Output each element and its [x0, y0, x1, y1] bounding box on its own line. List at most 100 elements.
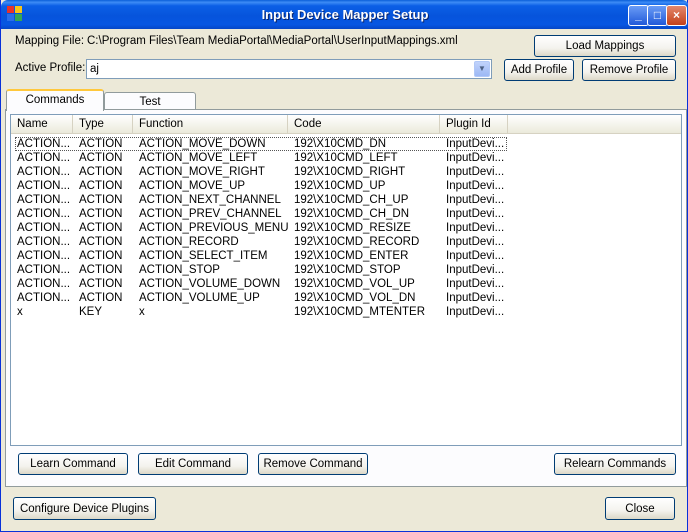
active-profile-label: Active Profile: — [15, 62, 86, 74]
title-bar[interactable]: Input Device Mapper Setup _ □ × — [1, 0, 688, 29]
cell-code: 192\X10CMD_VOL_UP — [294, 278, 415, 290]
close-window-button[interactable]: × — [666, 5, 687, 26]
cell-code: 192\X10CMD_MTENTER — [294, 306, 426, 318]
cell-type: KEY — [79, 306, 103, 318]
cell-code: 192\X10CMD_CH_DN — [294, 208, 410, 220]
cell-plugin-id: InputDevi... — [446, 250, 505, 262]
add-profile-button[interactable]: Add Profile — [504, 59, 574, 81]
table-row[interactable]: ACTION... ACTION ACTION_MOVE_DOWN 192\X10CM… — [11, 137, 681, 151]
cell-function: ACTION_VOLUME_DOWN — [139, 278, 281, 290]
cell-function: x — [139, 306, 145, 318]
cell-name: ACTION... — [17, 222, 71, 234]
cell-type: ACTION — [79, 278, 123, 290]
column-header-plugin-id[interactable]: Plugin Id — [440, 115, 508, 133]
tab-commands[interactable]: Commands — [6, 89, 104, 111]
window-title: Input Device Mapper Setup — [261, 7, 429, 22]
cell-plugin-id: InputDevi... — [446, 292, 505, 304]
table-row[interactable]: ACTION... ACTION ACTION_VOLUME_UP 192\X10CM… — [11, 291, 681, 305]
cell-name: ACTION... — [17, 208, 71, 220]
cell-code: 192\X10CMD_RIGHT — [294, 166, 406, 178]
active-profile-select[interactable]: aj ▼ — [86, 59, 492, 79]
cell-name: ACTION... — [17, 138, 71, 150]
cell-plugin-id: InputDevi... — [446, 222, 505, 234]
table-row[interactable]: ACTION... ACTION ACTION_STOP 192\X10CMD_STO… — [11, 263, 681, 277]
load-mappings-button[interactable]: Load Mappings — [534, 35, 676, 57]
remove-command-button[interactable]: Remove Command — [258, 453, 368, 475]
table-row[interactable]: ACTION... ACTION ACTION_RECORD 192\X10CMD_R… — [11, 235, 681, 249]
minimize-button[interactable]: _ — [628, 5, 649, 26]
cell-type: ACTION — [79, 264, 123, 276]
learn-command-button[interactable]: Learn Command — [18, 453, 128, 475]
table-row[interactable]: ACTION... ACTION ACTION_SELECT_ITEM 192\X10… — [11, 249, 681, 263]
table-row[interactable]: ACTION... ACTION ACTION_PREV_CHANNEL 192\X1… — [11, 207, 681, 221]
cell-code: 192\X10CMD_VOL_DN — [294, 292, 416, 304]
table-row[interactable]: ACTION... ACTION ACTION_MOVE_RIGHT 192\X10C… — [11, 165, 681, 179]
cell-code: 192\X10CMD_LEFT — [294, 152, 398, 164]
cell-type: ACTION — [79, 236, 123, 248]
cell-plugin-id: InputDevi... — [446, 264, 505, 276]
cell-name: x — [17, 306, 23, 318]
cell-name: ACTION... — [17, 194, 71, 206]
cell-function: ACTION_VOLUME_UP — [139, 292, 260, 304]
cell-type: ACTION — [79, 138, 123, 150]
active-profile-value: aj — [90, 63, 99, 75]
column-header-code[interactable]: Code — [288, 115, 440, 133]
cell-function: ACTION_SELECT_ITEM — [139, 250, 268, 262]
close-button[interactable]: Close — [605, 497, 675, 520]
cell-plugin-id: InputDevi... — [446, 152, 505, 164]
cell-type: ACTION — [79, 194, 123, 206]
cell-function: ACTION_MOVE_DOWN — [139, 138, 266, 150]
commands-list[interactable]: Name Type Function Code Plugin Id ACTION… — [10, 114, 682, 446]
cell-type: ACTION — [79, 222, 123, 234]
maximize-button[interactable]: □ — [647, 5, 668, 26]
cell-function: ACTION_STOP — [139, 264, 220, 276]
mapping-file-path: C:\Program Files\Team MediaPortal\MediaP… — [87, 35, 458, 47]
configure-device-plugins-button[interactable]: Configure Device Plugins — [13, 497, 156, 520]
cell-code: 192\X10CMD_RECORD — [294, 236, 420, 248]
table-row[interactable]: ACTION... ACTION ACTION_PREVIOUS_MENU 192\X… — [11, 221, 681, 235]
cell-code: 192\X10CMD_STOP — [294, 264, 401, 276]
cell-function: ACTION_PREVIOUS_MENU — [139, 222, 288, 234]
cell-name: ACTION... — [17, 152, 71, 164]
cell-name: ACTION... — [17, 166, 71, 178]
commands-tab-page: Name Type Function Code Plugin Id ACTION… — [5, 109, 687, 487]
cell-name: ACTION... — [17, 292, 71, 304]
cell-type: ACTION — [79, 166, 123, 178]
cell-code: 192\X10CMD_ENTER — [294, 250, 409, 262]
cell-name: ACTION... — [17, 236, 71, 248]
edit-command-button[interactable]: Edit Command — [138, 453, 248, 475]
column-header-function[interactable]: Function — [133, 115, 288, 133]
cell-plugin-id: InputDevi... — [446, 194, 505, 206]
cell-type: ACTION — [79, 250, 123, 262]
cell-type: ACTION — [79, 152, 123, 164]
cell-name: ACTION... — [17, 278, 71, 290]
cell-name: ACTION... — [17, 180, 71, 192]
cell-type: ACTION — [79, 208, 123, 220]
cell-code: 192\X10CMD_RESIZE — [294, 222, 411, 234]
relearn-commands-button[interactable]: Relearn Commands — [554, 453, 676, 475]
cell-plugin-id: InputDevi... — [446, 306, 505, 318]
table-row[interactable]: ACTION... ACTION ACTION_NEXT_CHANNEL 192\X1… — [11, 193, 681, 207]
cell-name: ACTION... — [17, 264, 71, 276]
cell-code: 192\X10CMD_CH_UP — [294, 194, 409, 206]
cell-plugin-id: InputDevi... — [446, 180, 505, 192]
cell-function: ACTION_RECORD — [139, 236, 239, 248]
app-window: Input Device Mapper Setup _ □ × Mapping … — [0, 0, 688, 532]
chevron-down-icon[interactable]: ▼ — [474, 61, 490, 77]
cell-code: 192\X10CMD_UP — [294, 180, 386, 192]
column-header-type[interactable]: Type — [73, 115, 133, 133]
cell-function: ACTION_MOVE_LEFT — [139, 152, 258, 164]
remove-profile-button[interactable]: Remove Profile — [582, 59, 676, 81]
column-header-name[interactable]: Name — [11, 115, 73, 133]
cell-plugin-id: InputDevi... — [446, 236, 505, 248]
cell-plugin-id: InputDevi... — [446, 166, 505, 178]
cell-function: ACTION_MOVE_RIGHT — [139, 166, 265, 178]
cell-function: ACTION_PREV_CHANNEL — [139, 208, 282, 220]
table-row[interactable]: ACTION... ACTION ACTION_MOVE_UP 192\X10CMD_… — [11, 179, 681, 193]
cell-plugin-id: InputDevi... — [446, 208, 505, 220]
table-row[interactable]: x KEY x 192\X10CMD_MTENTER InputDevi... — [11, 305, 681, 319]
table-row[interactable]: ACTION... ACTION ACTION_VOLUME_DOWN 192\X10… — [11, 277, 681, 291]
cell-function: ACTION_MOVE_UP — [139, 180, 246, 192]
table-row[interactable]: ACTION... ACTION ACTION_MOVE_LEFT 192\X10CM… — [11, 151, 681, 165]
cell-type: ACTION — [79, 180, 123, 192]
